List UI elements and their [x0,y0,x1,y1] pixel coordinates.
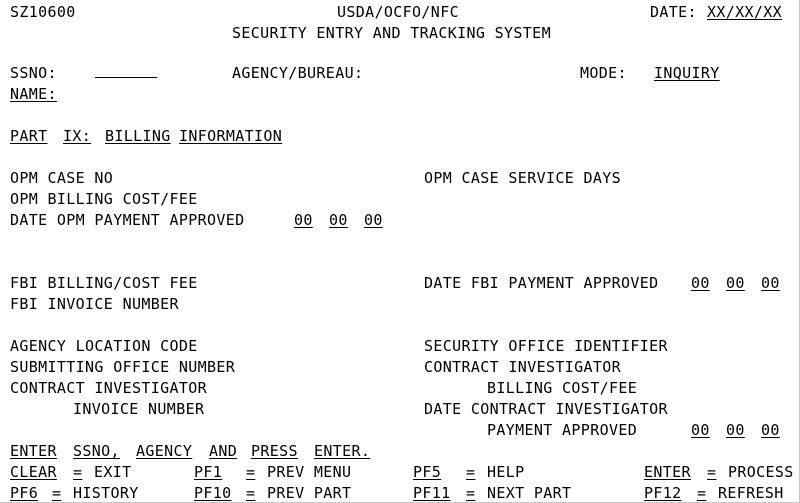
name-label: NAME: [10,85,57,103]
fkey-pf6-equals: = [52,484,62,502]
field-label-agency-location-code: AGENCY LOCATION CODE [10,337,198,355]
fkey-pf10-equals: = [246,484,256,502]
ssno-label: SSNO: [10,64,57,82]
fkey-pf12-action: REFRESH [718,484,784,502]
field-label-billing-cost-fee: BILLING COST/FEE [487,379,638,397]
instruction-word-press: PRESS [251,442,298,460]
field-label-submitting-office-number: SUBMITTING OFFICE NUMBER [10,358,236,376]
field-label-security-office-identifier: SECURITY OFFICE IDENTIFIER [424,337,668,355]
fkey-pf11-action: NEXT PART [487,484,572,502]
field-label-date-fbi-payment-approved: DATE FBI PAYMENT APPROVED [424,274,659,292]
agency-header: USDA/OCFO/NFC [337,3,459,21]
fkey-pf6-action: HISTORY [73,484,139,502]
mode-value[interactable]: INQUIRY [654,64,720,82]
instruction-word-ssno: SSNO, [73,442,120,460]
ssno-input[interactable] [95,64,157,82]
field-label-contract-investigator-left: CONTRACT INVESTIGATOR [10,379,207,397]
fkey-pf11-equals: = [466,484,476,502]
system-title: SECURITY ENTRY AND TRACKING SYSTEM [232,24,551,42]
field-label-date-contract-investigator: DATE CONTRACT INVESTIGATOR [424,400,668,418]
screen-id: SZ10600 [10,3,76,21]
fkey-pf12-key[interactable]: PF12 [644,484,682,502]
instruction-word-agency: AGENCY [136,442,193,460]
instruction-word-and: AND [209,442,238,460]
part-title-word-billing: BILLING [105,127,171,145]
field-label-opm-case-service-days: OPM CASE SERVICE DAYS [424,169,621,187]
fkey-pf5-key[interactable]: PF5 [413,463,441,481]
fkey-pf10-key[interactable]: PF10 [194,484,232,502]
field-label-contract-investigator-right: CONTRACT INVESTIGATOR [424,358,621,376]
part-title-word-number: IX: [63,127,92,145]
date-value: XX/XX/XX [707,3,783,21]
date-label: DATE: [650,3,697,21]
field-fbi-date-day[interactable]: 00 [726,274,745,292]
field-fbi-date-month[interactable]: 00 [691,274,710,292]
fkey-pf1-action: PREV MENU [267,463,352,481]
fkey-clear-action: EXIT [94,463,132,481]
field-label-fbi-billing-cost-fee: FBI BILLING/COST FEE [10,274,198,292]
mode-label: MODE: [580,64,627,82]
field-label-opm-billing-cost-fee: OPM BILLING COST/FEE [10,190,198,208]
fkey-pf1-equals: = [246,463,256,481]
fkey-pf1-key[interactable]: PF1 [194,463,222,481]
field-label-payment-approved: PAYMENT APPROVED [487,421,638,439]
agency-bureau-label: AGENCY/BUREAU: [232,64,364,82]
fkey-pf5-action: HELP [487,463,525,481]
fkey-enter-equals: = [707,463,717,481]
part-title-word-part: PART [10,127,48,145]
field-opm-date-year[interactable]: 00 [364,211,383,229]
fkey-pf6-key[interactable]: PF6 [10,484,38,502]
field-opm-date-day[interactable]: 00 [329,211,348,229]
fkey-pf5-equals: = [466,463,476,481]
fkey-enter-key[interactable]: ENTER [644,463,691,481]
fkey-pf11-key[interactable]: PF11 [413,484,451,502]
field-ci-date-month[interactable]: 00 [691,421,710,439]
fkey-enter-action: PROCESS [728,463,794,481]
field-opm-date-month[interactable]: 00 [294,211,313,229]
field-label-fbi-invoice-number: FBI INVOICE NUMBER [10,295,179,313]
field-ci-date-year[interactable]: 00 [761,421,780,439]
fkey-pf12-equals: = [697,484,707,502]
fkey-clear-equals: = [73,463,83,481]
field-label-opm-case-no: OPM CASE NO [10,169,114,187]
fkey-clear-key[interactable]: CLEAR [10,463,57,481]
field-ci-date-day[interactable]: 00 [726,421,745,439]
field-label-invoice-number: INVOICE NUMBER [73,400,205,418]
instruction-word-enter-period: ENTER. [314,442,371,460]
field-fbi-date-year[interactable]: 00 [761,274,780,292]
part-title-word-information: INFORMATION [179,127,283,145]
ssno-input-underline [95,65,157,78]
terminal-screen: SZ10600 USDA/OCFO/NFC DATE: XX/XX/XX SEC… [0,0,800,503]
field-label-date-opm-payment-approved: DATE OPM PAYMENT APPROVED [10,211,245,229]
instruction-word-enter: ENTER [10,442,57,460]
fkey-pf10-action: PREV PART [267,484,352,502]
